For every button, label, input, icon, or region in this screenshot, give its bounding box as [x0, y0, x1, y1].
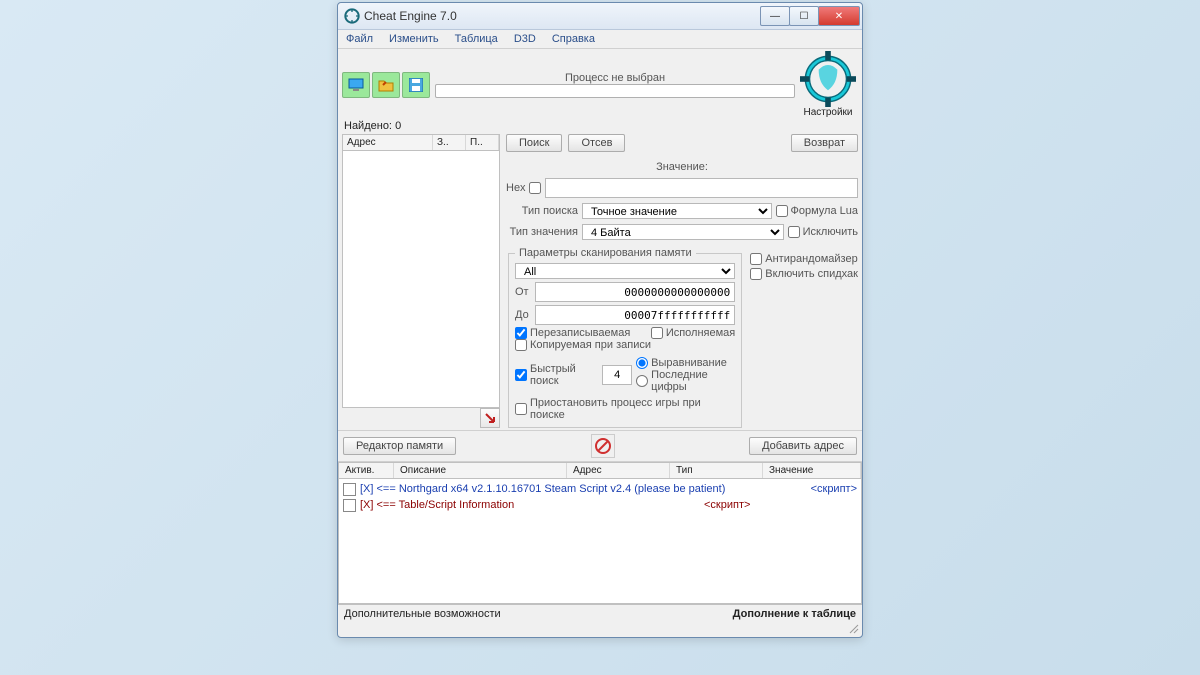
- window-title: Cheat Engine 7.0: [364, 9, 761, 23]
- row-value: <скрипт>: [811, 483, 857, 495]
- menu-file[interactable]: Файл: [338, 30, 381, 48]
- resize-grip-icon[interactable]: [848, 623, 860, 635]
- app-icon: [344, 8, 360, 24]
- active-checkbox[interactable]: [343, 499, 356, 512]
- add-address-button[interactable]: Добавить адрес: [749, 437, 857, 455]
- memory-scan-options: Параметры сканирования памяти All От До …: [508, 247, 742, 428]
- close-button[interactable]: ✕: [818, 6, 860, 26]
- mem-region-select[interactable]: All: [515, 263, 735, 279]
- value-type-select[interactable]: 4 Байта: [582, 224, 784, 240]
- col-active[interactable]: Актив.: [339, 463, 394, 478]
- floppy-icon: [409, 78, 423, 92]
- process-status: Процесс не выбран: [565, 72, 665, 84]
- menu-table[interactable]: Таблица: [447, 30, 506, 48]
- settings-link[interactable]: Настройки: [803, 107, 852, 118]
- col-prev[interactable]: П..: [466, 135, 499, 150]
- table-row[interactable]: [X] <== Northgard x64 v2.1.10.16701 Stea…: [343, 481, 857, 497]
- cheat-engine-logo[interactable]: [800, 51, 856, 107]
- to-input[interactable]: [535, 305, 736, 325]
- value-input[interactable]: [545, 178, 858, 198]
- maximize-button[interactable]: ☐: [789, 6, 819, 26]
- col-addr[interactable]: Адрес: [567, 463, 670, 478]
- statusbar: Дополнительные возможности Дополнение к …: [338, 604, 862, 623]
- status-right[interactable]: Дополнение к таблице: [733, 608, 856, 620]
- row-desc: [X] <== Table/Script Information: [360, 499, 640, 511]
- results-list[interactable]: [342, 151, 500, 408]
- alignment-radio[interactable]: Выравнивание: [636, 357, 735, 369]
- save-button[interactable]: [402, 72, 430, 98]
- found-count: 0: [395, 120, 401, 132]
- fast-scan-value[interactable]: [602, 365, 632, 385]
- minimize-button[interactable]: —: [760, 6, 790, 26]
- found-label: Найдено:: [344, 120, 392, 132]
- first-scan-button[interactable]: Поиск: [506, 134, 562, 152]
- titlebar: Cheat Engine 7.0 — ☐ ✕: [338, 3, 862, 30]
- value-label: Значение:: [656, 161, 708, 173]
- fast-scan-checkbox[interactable]: Быстрый поиск: [515, 363, 598, 387]
- writable-checkbox[interactable]: Перезаписываемая: [515, 327, 630, 339]
- cow-checkbox[interactable]: Копируемая при записи: [515, 339, 735, 351]
- table-row[interactable]: [X] <== Table/Script Information <скрипт…: [343, 497, 857, 513]
- prohibited-icon: [594, 437, 612, 455]
- menu-help[interactable]: Справка: [544, 30, 603, 48]
- open-file-button[interactable]: [372, 72, 400, 98]
- speedhack-checkbox[interactable]: Включить спидхак: [750, 268, 858, 280]
- lua-checkbox[interactable]: Формула Lua: [776, 205, 859, 217]
- menu-d3d[interactable]: D3D: [506, 30, 544, 48]
- value-type-label: Тип значения: [506, 226, 578, 238]
- col-address[interactable]: Адрес: [343, 135, 433, 150]
- monitor-icon: [348, 78, 364, 92]
- pause-checkbox[interactable]: Приостановить процесс игры при поиске: [515, 397, 735, 421]
- scan-type-select[interactable]: Точное значение: [582, 203, 772, 219]
- toolbar: Процесс не выбран Настройки: [338, 49, 862, 120]
- menu-edit[interactable]: Изменить: [381, 30, 447, 48]
- progress-bar: [435, 84, 795, 98]
- active-checkbox[interactable]: [343, 483, 356, 496]
- no-process-icon: [591, 434, 615, 458]
- col-desc[interactable]: Описание: [394, 463, 567, 478]
- copy-to-table-button[interactable]: [480, 408, 500, 428]
- hex-checkbox[interactable]: Hex: [506, 182, 541, 194]
- memory-view-button[interactable]: Редактор памяти: [343, 437, 456, 455]
- from-input[interactable]: [535, 282, 736, 302]
- address-table-header: Актив. Описание Адрес Тип Значение: [338, 462, 862, 479]
- col-type[interactable]: Тип: [670, 463, 763, 478]
- address-table[interactable]: [X] <== Northgard x64 v2.1.10.16701 Stea…: [338, 479, 862, 604]
- arrow-down-right-icon: [484, 412, 496, 424]
- row-desc: [X] <== Northgard x64 v2.1.10.16701 Stea…: [360, 483, 807, 495]
- results-header: Адрес З.. П..: [342, 134, 500, 151]
- folder-open-icon: [378, 78, 394, 92]
- menubar: Файл Изменить Таблица D3D Справка: [338, 30, 862, 49]
- undo-scan-button[interactable]: Возврат: [791, 134, 858, 152]
- last-digits-radio[interactable]: Последние цифры: [636, 369, 735, 393]
- antirandomizer-checkbox[interactable]: Антирандомайзер: [750, 253, 858, 265]
- to-label: До: [515, 309, 529, 321]
- app-window: Cheat Engine 7.0 — ☐ ✕ Файл Изменить Таб…: [337, 2, 863, 638]
- row-value: <скрипт>: [704, 499, 750, 511]
- status-left[interactable]: Дополнительные возможности: [344, 608, 501, 620]
- col-value[interactable]: З..: [433, 135, 466, 150]
- open-process-button[interactable]: [342, 72, 370, 98]
- next-scan-button[interactable]: Отсев: [568, 134, 625, 152]
- col-val[interactable]: Значение: [763, 463, 861, 478]
- exclude-checkbox[interactable]: Исключить: [788, 226, 858, 238]
- executable-checkbox[interactable]: Исполняемая: [651, 327, 735, 339]
- from-label: От: [515, 286, 529, 298]
- scan-type-label: Тип поиска: [506, 205, 578, 217]
- mem-legend: Параметры сканирования памяти: [515, 247, 696, 259]
